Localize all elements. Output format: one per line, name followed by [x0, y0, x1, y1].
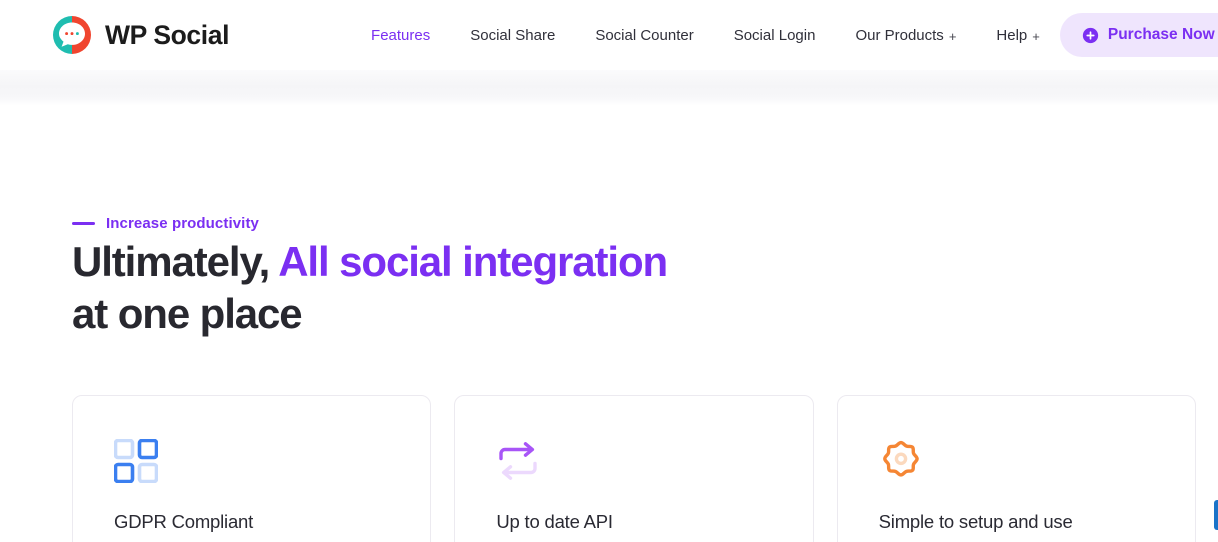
hero-title-line2: at one place — [72, 290, 303, 337]
feature-card-gdpr[interactable]: GDPR Compliant — [72, 395, 432, 542]
main-navigation: Features Social Share Social Counter Soc… — [351, 19, 1060, 52]
gear-cog-icon — [879, 438, 1155, 484]
main-content: Increase productivity Ultimately, All so… — [0, 215, 1218, 542]
four-squares-grid-icon — [114, 438, 390, 484]
side-tab-widget[interactable] — [1214, 500, 1218, 530]
page-title: Ultimately, All social integration at on… — [72, 241, 712, 335]
plus-expand-icon: + — [1032, 28, 1040, 44]
nav-item-help[interactable]: Help + — [976, 19, 1059, 52]
repeat-arrows-icon — [496, 438, 772, 484]
eyebrow-label: Increase productivity — [106, 215, 259, 232]
hero-title-lead: Ultimately, — [72, 238, 279, 285]
feature-card-title: Simple to setup and use — [878, 511, 1073, 532]
wp-social-chat-bubble-logo-icon — [52, 15, 92, 55]
plus-expand-icon: + — [948, 28, 957, 44]
purchase-now-button[interactable]: Purchase Now — [1059, 13, 1218, 57]
nav-item-social-share[interactable]: Social Share — [450, 19, 575, 52]
nav-item-our-products[interactable]: Our Products + — [835, 19, 976, 52]
nav-item-label: Social Share — [470, 26, 556, 44]
header-underbar — [0, 70, 1218, 106]
nav-item-label: Help — [996, 26, 1028, 44]
plus-circle-icon — [1082, 27, 1099, 44]
feature-card-api[interactable]: Up to date API — [454, 395, 814, 542]
eyebrow-dash-icon — [72, 222, 95, 225]
feature-card-title: GDPR Compliant — [114, 511, 254, 532]
nav-item-social-counter[interactable]: Social Counter — [575, 19, 713, 52]
purchase-now-label: Purchase Now — [1107, 26, 1215, 43]
nav-item-label: Social Counter — [595, 26, 694, 44]
nav-item-label: Social Login — [733, 26, 816, 44]
feature-card-setup[interactable]: Simple to setup and use — [836, 395, 1196, 542]
hero-eyebrow: Increase productivity — [72, 215, 1196, 232]
brand-logo-link[interactable]: WP Social — [52, 15, 229, 55]
nav-item-social-login[interactable]: Social Login — [714, 19, 836, 52]
site-header: WP Social Features Social Share Social C… — [0, 0, 1218, 70]
hero-title-accent: All social integration — [278, 238, 668, 285]
nav-item-features[interactable]: Features — [351, 19, 450, 52]
nav-item-label: Our Products — [855, 26, 944, 44]
brand-name: WP Social — [105, 19, 230, 50]
nav-item-label: Features — [371, 26, 431, 44]
feature-card-title: Up to date API — [496, 511, 613, 532]
feature-card-grid: GDPR Compliant Up to date API Simple to … — [72, 395, 1196, 542]
